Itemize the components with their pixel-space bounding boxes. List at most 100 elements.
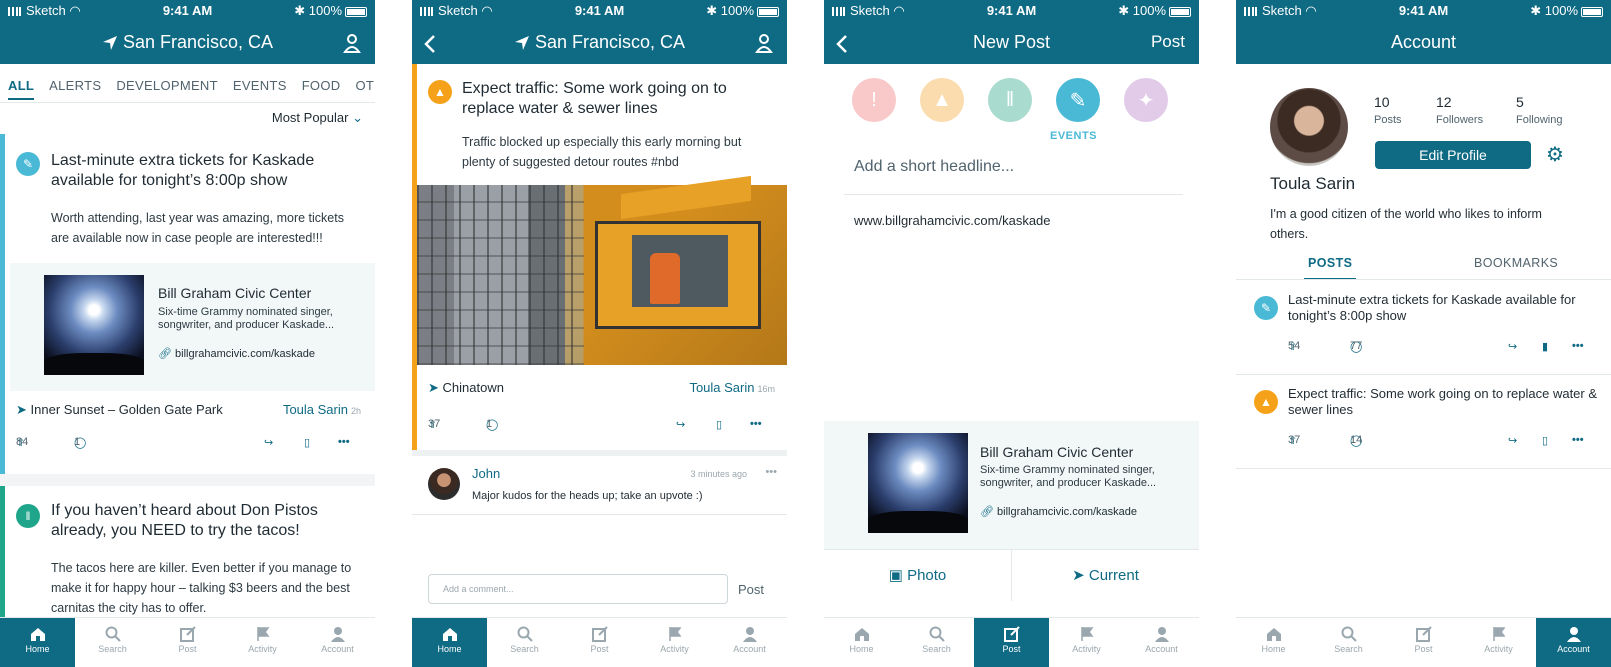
avatar[interactable] (1270, 88, 1348, 166)
new-post-screen: Sketch ◠ 9:41 AM ✱ 100% New Post Post ! … (824, 0, 1199, 667)
tab-activity[interactable]: Activity (225, 618, 300, 667)
comment-input[interactable]: Add a comment... (428, 574, 728, 604)
map-pin-person-button[interactable] (755, 32, 773, 53)
tab-post[interactable]: Post (974, 618, 1049, 667)
post-headline[interactable]: Last-minute extra tickets for Kaskade av… (51, 151, 351, 191)
status-bar: Sketch ◠ 9:41 AM ✱ 100% (0, 0, 375, 20)
post-location[interactable]: ➤ Chinatown (428, 380, 504, 396)
share-icon[interactable]: ↪ (1508, 434, 1517, 447)
tab-search[interactable]: Search (899, 618, 974, 667)
camera-icon: ▣ (888, 567, 903, 584)
followers-label[interactable]: Followers (1436, 114, 1483, 126)
map-pin-person-button[interactable] (343, 32, 361, 53)
followers-count[interactable]: 12 (1436, 94, 1452, 110)
compose-icon (591, 626, 608, 642)
nav-bar: New Post Post (824, 20, 1199, 64)
tab-home[interactable]: Home (412, 618, 487, 667)
post-detail-screen: Sketch ◠ 9:41 AM ✱ 100% San Francisco, C… (412, 0, 787, 667)
tab-account[interactable]: Account (712, 618, 787, 667)
tab-home[interactable]: Home (1236, 618, 1311, 667)
photo-button[interactable]: ▣ Photo (824, 550, 1012, 601)
share-icon[interactable]: ↪ (1508, 340, 1517, 353)
sort-dropdown[interactable]: Most Popular ⌄ (272, 110, 363, 126)
post-actions: ⇧ 84 ◯ 1 ↪ ▯ ••• (16, 436, 350, 449)
submit-post-button[interactable]: Post (1151, 32, 1185, 52)
bookmark-icon[interactable]: ▯ (716, 418, 722, 431)
map-person-icon (343, 33, 361, 53)
comment-author[interactable]: John (472, 466, 500, 481)
following-count[interactable]: 5 (1516, 94, 1524, 110)
filter-food[interactable]: FOOD (302, 78, 341, 100)
post-headline[interactable]: If you haven’t heard about Don Pistos al… (51, 501, 351, 541)
search-icon (517, 626, 533, 642)
tab-home[interactable]: Home (0, 618, 75, 667)
tab-home[interactable]: Home (824, 618, 899, 667)
traffic-cone-icon[interactable]: ▲ (920, 78, 964, 122)
alert-icon[interactable]: ! (852, 78, 896, 122)
tab-account[interactable]: Account (300, 618, 375, 667)
bookmark-filled-icon[interactable]: ▮ (1542, 340, 1548, 353)
filter-all[interactable]: ALL (8, 78, 35, 100)
following-label[interactable]: Following (1516, 114, 1562, 126)
edit-profile-button[interactable]: Edit Profile (1375, 141, 1531, 169)
location-title[interactable]: San Francisco, CA (0, 32, 375, 53)
filter-alerts[interactable]: ALERTS (49, 78, 101, 100)
page-title: New Post (972, 32, 1051, 52)
more-icon[interactable]: ••• (765, 466, 777, 478)
tab-activity[interactable]: Activity (637, 618, 712, 667)
tab-account[interactable]: Account (1536, 618, 1611, 667)
bluetooth-icon: ✱ (706, 3, 718, 18)
more-icon[interactable]: ••• (1572, 340, 1584, 352)
tab-activity[interactable]: Activity (1461, 618, 1536, 667)
more-icon[interactable]: ••• (750, 418, 762, 430)
more-icon[interactable]: ••• (1572, 434, 1584, 446)
location-title[interactable]: San Francisco, CA (412, 32, 787, 53)
tab-post[interactable]: Post (150, 618, 225, 667)
bookmark-icon[interactable]: ▯ (304, 436, 310, 449)
headline-input[interactable]: Add a short headline... (854, 158, 1014, 176)
gear-icon[interactable]: ⚙ (1546, 142, 1564, 167)
divider (844, 194, 1183, 195)
tab-post[interactable]: Post (1386, 618, 1461, 667)
share-icon[interactable]: ↪ (676, 418, 685, 431)
bookmark-icon[interactable]: ▯ (1542, 434, 1548, 447)
post-comment-button[interactable]: Post (738, 582, 764, 597)
construction-photo[interactable] (417, 175, 787, 365)
filter-other[interactable]: OTHER (355, 78, 375, 100)
avatar[interactable] (428, 468, 460, 500)
current-location-button[interactable]: ➤ Current (1012, 550, 1199, 601)
post-author[interactable]: Toula Sarin 2h (283, 402, 361, 417)
fork-knife-icon[interactable]: ǁ (988, 78, 1032, 122)
tab-account[interactable]: Account (1124, 618, 1199, 667)
post-headline[interactable]: Expect traffic: Some work going on to re… (1288, 386, 1598, 418)
concert-thumbnail (44, 275, 144, 375)
posts-count: 10 (1374, 94, 1390, 110)
search-icon (105, 626, 121, 642)
tab-activity[interactable]: Activity (1049, 618, 1124, 667)
pin-icon[interactable]: ✦ (1124, 78, 1168, 122)
post-headline[interactable]: Last-minute extra tickets for Kaskade av… (1288, 292, 1598, 324)
share-icon[interactable]: ↪ (264, 436, 273, 449)
compose-icon (179, 626, 196, 642)
filter-development[interactable]: DEVELOPMENT (116, 78, 218, 100)
tab-search[interactable]: Search (75, 618, 150, 667)
link-preview[interactable]: Bill Graham Civic Center Six-time Grammy… (824, 421, 1199, 549)
filter-events[interactable]: EVENTS (233, 78, 287, 100)
body-textarea[interactable]: www.billgrahamcivic.com/kaskade (854, 213, 1051, 228)
tab-bookmarks[interactable]: BOOKMARKS (1474, 256, 1558, 270)
tab-search[interactable]: Search (1311, 618, 1386, 667)
ticket-icon[interactable]: ✎ (1056, 78, 1100, 122)
post-author[interactable]: Toula Sarin 16m (689, 380, 775, 395)
tab-search[interactable]: Search (487, 618, 562, 667)
more-icon[interactable]: ••• (338, 436, 350, 448)
link-preview[interactable]: Bill Graham Civic Center Six-time Grammy… (10, 263, 375, 391)
tab-posts[interactable]: POSTS (1304, 256, 1357, 280)
divider (0, 102, 375, 103)
tab-post[interactable]: Post (562, 618, 637, 667)
post-card[interactable]: ǁ If you haven’t heard about Don Pistos … (0, 486, 375, 626)
profile-name: Toula Sarin (1270, 174, 1356, 193)
person-icon (1154, 627, 1169, 642)
post-body: Worth attending, last year was amazing, … (51, 211, 344, 245)
post-card[interactable]: ✎ Last-minute extra tickets for Kaskade … (0, 134, 375, 474)
post-location[interactable]: ➤ Inner Sunset – Golden Gate Park (16, 402, 223, 418)
